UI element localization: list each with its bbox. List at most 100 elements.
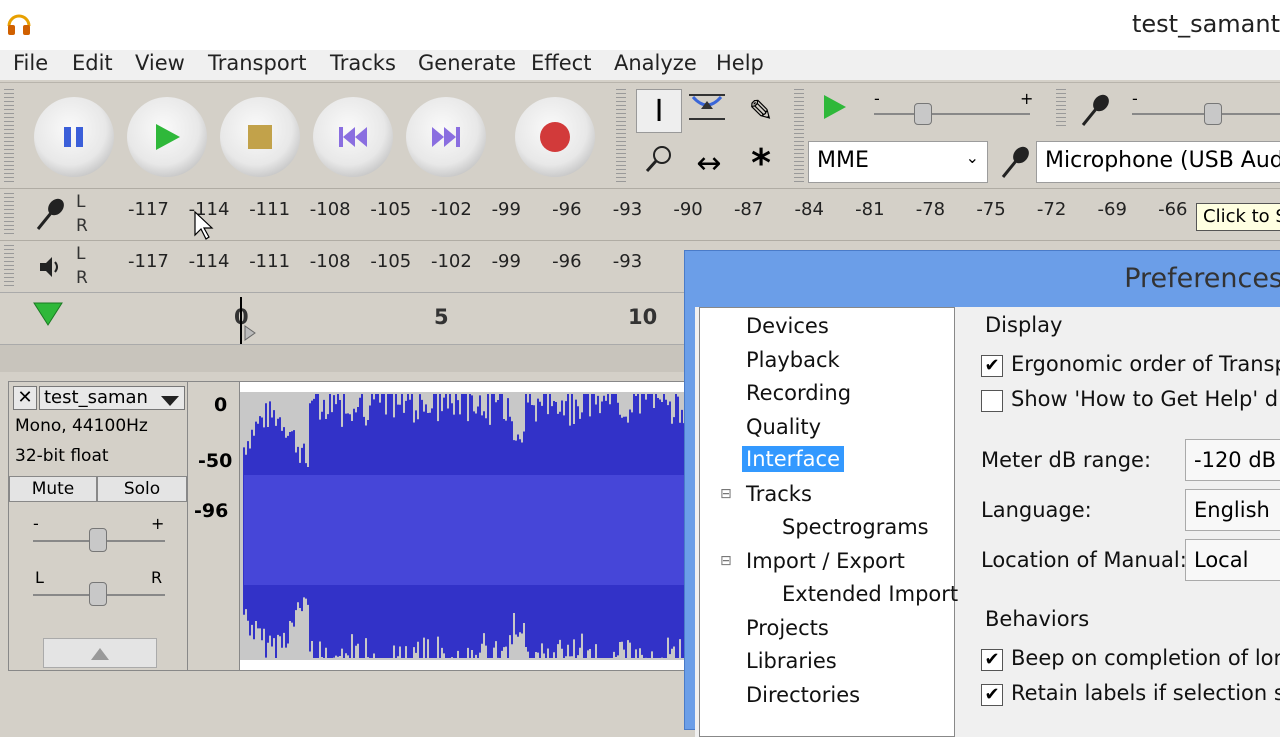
meter-scale: -117 -114 -111 -108 -105 -102 -99 -96 -93: [128, 251, 673, 272]
playhead-marker-icon: [244, 325, 256, 341]
slider-thumb[interactable]: [914, 103, 932, 125]
language-select[interactable]: English: [1185, 489, 1280, 531]
slider-thumb[interactable]: [1204, 103, 1222, 125]
meter-scale-label: -90: [673, 199, 703, 220]
menu-view[interactable]: View: [135, 51, 185, 75]
track-control-panel: ✕ test_saman Mono, 44100Hz 32-bit float …: [8, 381, 188, 671]
manual-location-select[interactable]: Local: [1185, 539, 1280, 581]
manual-location-label: Location of Manual:: [981, 548, 1187, 572]
record-icon: [515, 97, 595, 177]
track-name-menu[interactable]: test_saman: [39, 386, 185, 410]
envelope-tool[interactable]: [684, 89, 730, 133]
tree-item-quality[interactable]: Quality: [746, 415, 821, 439]
meter-range-label: Meter dB range:: [981, 448, 1152, 472]
meter-toolbar-grip[interactable]: [794, 89, 804, 185]
pause-icon: [34, 97, 114, 177]
tree-item-playback[interactable]: Playback: [746, 348, 840, 372]
tree-item-tracks[interactable]: Tracks: [746, 482, 812, 506]
menu-generate[interactable]: Generate: [418, 51, 516, 75]
input-volume-slider[interactable]: -: [1128, 89, 1280, 129]
recording-meter[interactable]: L R -117 -114 -111 -108 -105 -102 -99 -96 -93 -90…: [0, 188, 1280, 240]
meter-grip[interactable]: [4, 245, 14, 289]
magnifier-icon: [644, 144, 674, 182]
db-label: -96: [194, 500, 229, 522]
play-icon: [127, 97, 207, 177]
menu-tracks[interactable]: Tracks: [330, 51, 396, 75]
meter-range-select[interactable]: -120 dB (: [1185, 439, 1280, 481]
gain-plus-label: +: [151, 514, 165, 533]
play-icon-small: [820, 92, 850, 130]
selection-tool[interactable]: I: [636, 89, 682, 133]
collapse-icon[interactable]: ⊟: [720, 553, 732, 569]
triangle-up-icon: [90, 646, 110, 665]
tree-item-libraries[interactable]: Libraries: [746, 649, 837, 673]
retain-labels-checkbox[interactable]: ✔: [981, 684, 1003, 706]
collapse-icon[interactable]: ⊟: [720, 486, 732, 502]
meter-scale-label: -93: [612, 251, 643, 272]
meter-scale-label: -102: [430, 199, 472, 220]
tree-item-spectrograms[interactable]: Spectrograms: [782, 515, 929, 539]
record-button[interactable]: [515, 97, 595, 177]
play-button[interactable]: [127, 97, 207, 177]
pin-play-head-button[interactable]: [32, 299, 64, 331]
retain-labels-label: Retain labels if selection sna: [1011, 681, 1280, 705]
tree-item-import-export[interactable]: Import / Export: [746, 549, 905, 573]
show-help-checkbox[interactable]: [981, 390, 1003, 412]
menu-transport[interactable]: Transport: [208, 51, 307, 75]
timeline-scroll-strip[interactable]: [0, 344, 700, 372]
tree-item-interface[interactable]: Interface: [742, 446, 845, 472]
meter-scale-label: -111: [249, 199, 291, 220]
toolbar-grip[interactable]: [4, 89, 14, 185]
tree-item-devices[interactable]: Devices: [746, 314, 829, 338]
ergonomic-checkbox[interactable]: ✔: [981, 355, 1003, 377]
pencil-icon: ✎: [748, 93, 774, 129]
meter-scale-label: -84: [794, 199, 824, 220]
tree-item-projects[interactable]: Projects: [746, 616, 829, 640]
play-at-speed-button[interactable]: [812, 89, 858, 133]
mic-icon: [32, 197, 68, 233]
skip-to-start-button[interactable]: [313, 97, 393, 177]
menu-file[interactable]: File: [13, 51, 48, 75]
menu-effect[interactable]: Effect: [531, 51, 591, 75]
beep-checkbox[interactable]: ✔: [981, 649, 1003, 671]
menu-analyze[interactable]: Analyze: [614, 51, 697, 75]
recording-device-select[interactable]: Microphone (USB Audio: [1036, 141, 1280, 183]
meter-scale-label: -96: [552, 199, 582, 220]
solo-button[interactable]: Solo: [97, 476, 187, 502]
timeline-ruler[interactable]: 0 5 10: [0, 292, 700, 345]
skip-to-end-button[interactable]: [406, 97, 486, 177]
draw-tool[interactable]: ✎: [738, 89, 784, 133]
menu-help[interactable]: Help: [716, 51, 764, 75]
meter-grip[interactable]: [4, 193, 14, 237]
mute-button[interactable]: Mute: [9, 476, 97, 502]
tree-item-directories[interactable]: Directories: [746, 683, 860, 707]
zoom-tool[interactable]: [636, 141, 682, 185]
meter-scale-label: -105: [370, 199, 412, 220]
playback-speed-slider[interactable]: - +: [870, 89, 1040, 129]
audio-host-select[interactable]: MME ⌄: [808, 141, 988, 183]
waveform: [240, 392, 698, 660]
mixer-grip[interactable]: [1056, 89, 1066, 129]
collapse-track-button[interactable]: [43, 638, 157, 668]
close-track-button[interactable]: ✕: [13, 386, 37, 410]
tree-item-recording[interactable]: Recording: [746, 381, 851, 405]
track-name: test_saman: [44, 387, 148, 408]
dropdown-triangle-icon: [160, 391, 180, 412]
pause-button[interactable]: [34, 97, 114, 177]
tooltip: Click to S: [1196, 203, 1280, 231]
meter-scale-label: -105: [370, 251, 412, 272]
timeshift-tool[interactable]: ↔: [686, 141, 732, 185]
meter-scale-label: -78: [915, 199, 946, 220]
gain-slider-thumb[interactable]: [89, 528, 107, 552]
pan-slider-thumb[interactable]: [89, 582, 107, 606]
language-label: Language:: [981, 498, 1092, 522]
meter-right-label: R: [76, 268, 88, 288]
slider-plus-label: +: [1020, 89, 1034, 108]
stop-button[interactable]: [220, 97, 300, 177]
menu-edit[interactable]: Edit: [72, 51, 113, 75]
meter-scale-label: -72: [1036, 199, 1067, 220]
waveform-area[interactable]: [240, 381, 700, 671]
multi-tool[interactable]: *: [738, 141, 784, 185]
tree-item-extended-import[interactable]: Extended Import: [782, 582, 958, 606]
tools-grip[interactable]: [616, 89, 626, 185]
